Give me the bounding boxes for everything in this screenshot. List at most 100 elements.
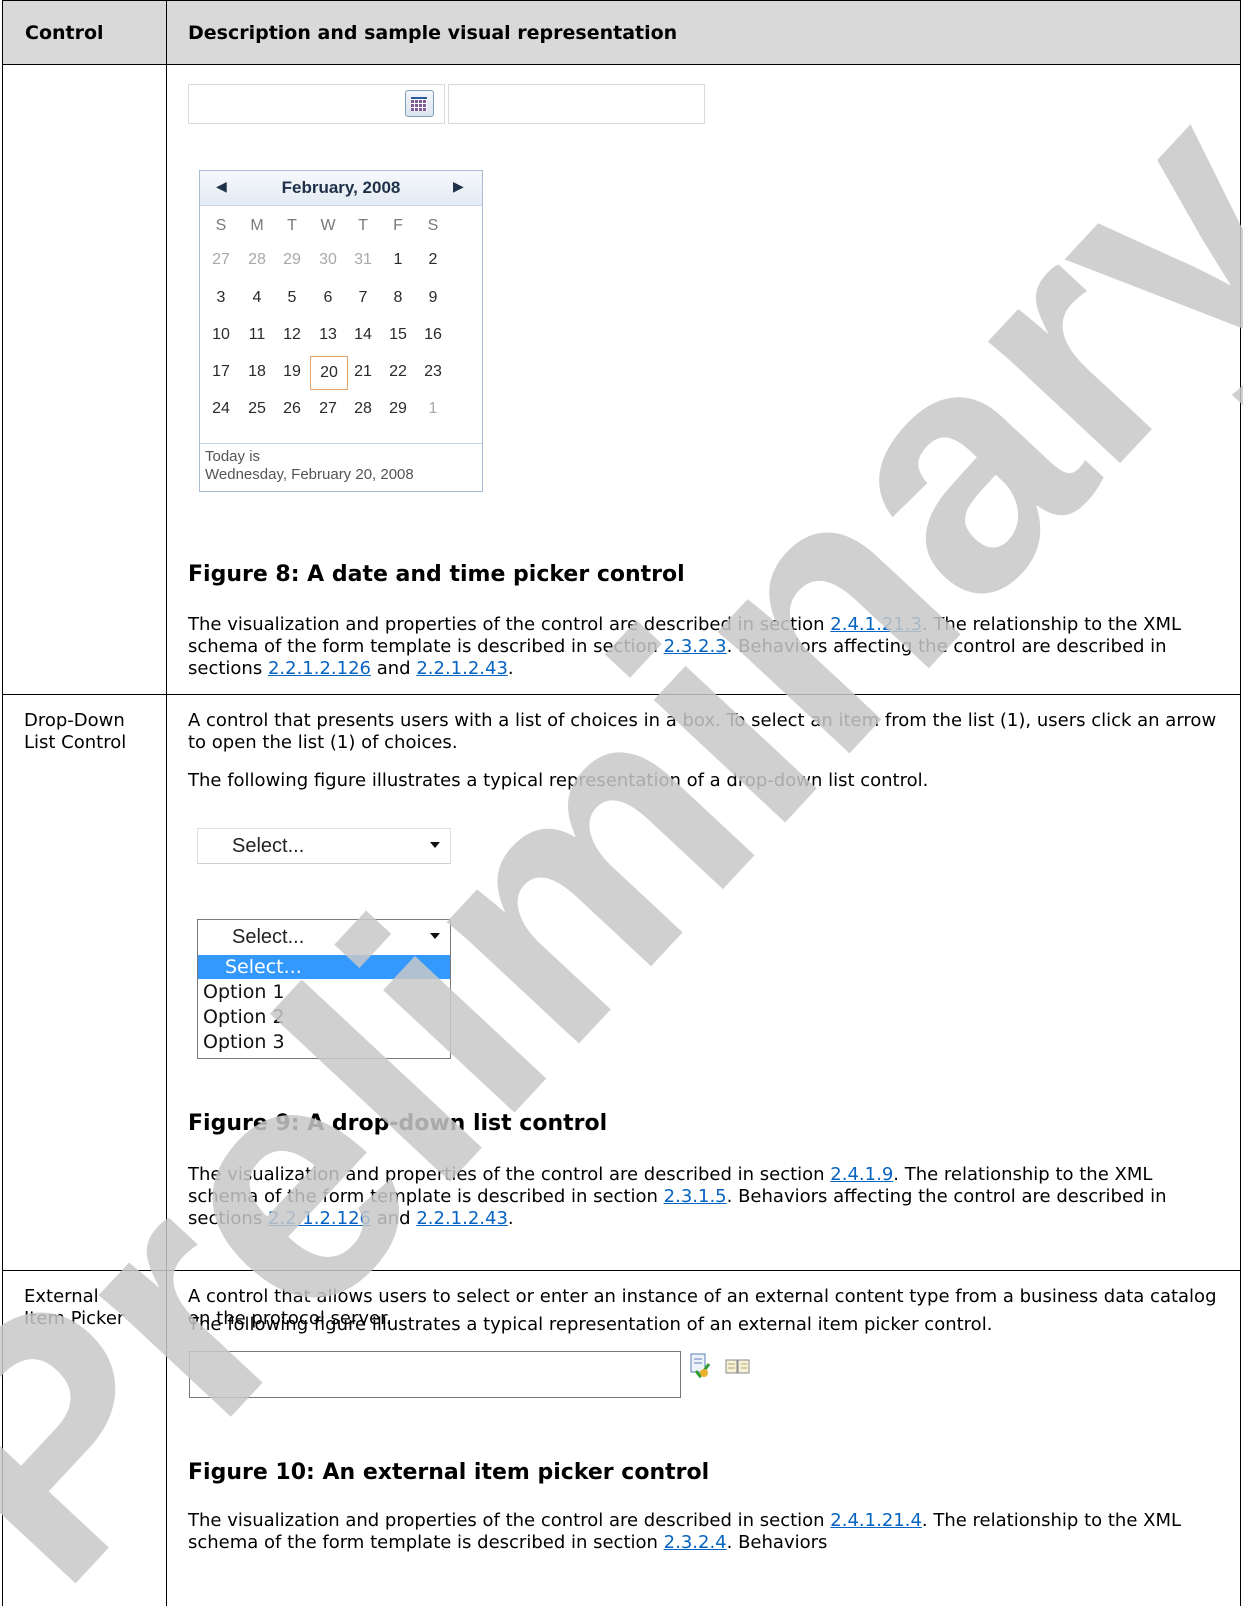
para-text: and: [371, 658, 417, 679]
dropdown-option[interactable]: Select...: [198, 955, 450, 979]
link-section[interactable]: 2.2.1.2.126: [268, 1208, 371, 1229]
figure-9-caption: Figure 9: A drop-down list control: [188, 1111, 608, 1136]
calendar-button[interactable]: [405, 90, 434, 117]
control-name-line: Item Picker: [24, 1308, 125, 1329]
calendar-day[interactable]: 23: [415, 363, 451, 381]
calendar-day[interactable]: 12: [274, 326, 310, 344]
weekday-label: S: [215, 217, 227, 234]
browse-book-icon[interactable]: [725, 1358, 751, 1374]
link-section[interactable]: 2.4.1.21.3: [830, 614, 922, 635]
control-name-external-item-picker: External Item Picker: [24, 1286, 124, 1330]
column-divider: [166, 0, 167, 1606]
drop-down-intro: The following figure illustrates a typic…: [188, 770, 929, 791]
calendar-day[interactable]: 1: [415, 400, 451, 418]
calendar-day[interactable]: 16: [415, 326, 451, 344]
calendar-day[interactable]: 17: [203, 363, 239, 381]
control-name-line: List Control: [24, 732, 127, 753]
para-text: The visualization and properties of the …: [188, 1510, 831, 1531]
weekday-label: W: [320, 217, 336, 234]
calendar-day[interactable]: 27: [203, 251, 239, 269]
calendar-day[interactable]: 10: [203, 326, 239, 344]
table-border-top: [2, 0, 1241, 1]
link-section[interactable]: 2.3.2.3: [664, 636, 727, 657]
weekday-label: M: [250, 217, 264, 234]
link-section[interactable]: 2.2.1.2.43: [416, 658, 508, 679]
calendar-day[interactable]: 1: [380, 251, 416, 269]
weekday-label: T: [287, 217, 297, 234]
drop-down-description: A control that presents users with a lis…: [188, 710, 1217, 753]
figure-10-caption: Figure 10: An external item picker contr…: [188, 1460, 710, 1485]
link-section[interactable]: 2.3.1.5: [664, 1186, 727, 1207]
calendar-day[interactable]: 13: [310, 326, 346, 344]
link-section[interactable]: 2.4.1.9: [830, 1164, 893, 1185]
weekday-label: S: [427, 217, 439, 234]
dropdown-options-list: Select... Option 1 Option 2 Option 3: [197, 955, 451, 1059]
calendar-day[interactable]: 21: [345, 363, 381, 381]
weekday-label: F: [393, 217, 403, 234]
calendar-day[interactable]: 2: [415, 251, 451, 269]
calendar-today-text[interactable]: Today is Wednesday, February 20, 2008: [205, 448, 414, 484]
calendar-day[interactable]: 29: [380, 400, 416, 418]
calendar-icon: [411, 97, 427, 111]
calendar-day[interactable]: 4: [239, 289, 275, 307]
dropdown-option[interactable]: Option 2: [203, 1005, 285, 1029]
calendar-day[interactable]: 30: [310, 251, 346, 269]
dropdown-closed[interactable]: Select...: [197, 828, 451, 864]
calendar-day[interactable]: 19: [274, 363, 310, 381]
calendar-day[interactable]: 28: [239, 251, 275, 269]
external-item-input[interactable]: [189, 1351, 681, 1398]
para-text: .: [507, 1208, 514, 1229]
calendar-day[interactable]: 25: [239, 400, 275, 418]
row-divider-1: [2, 694, 1241, 695]
link-section[interactable]: 2.4.1.21.4: [830, 1510, 922, 1531]
calendar-day[interactable]: 26: [274, 400, 310, 418]
calendar-day[interactable]: 18: [239, 363, 275, 381]
para-text: .: [507, 658, 514, 679]
calendar-day[interactable]: 8: [380, 289, 416, 307]
link-section[interactable]: 2.3.2.4: [664, 1532, 727, 1553]
date-picker-paragraph: The visualization and properties of the …: [188, 614, 1218, 680]
dropdown-option[interactable]: Option 3: [203, 1030, 285, 1054]
dropdown-value: Select...: [232, 835, 305, 857]
external-picker-intro: The following figure illustrates a typic…: [188, 1314, 993, 1335]
header-description: Description and sample visual representa…: [188, 22, 678, 44]
table-border-right: [1240, 0, 1241, 1606]
calendar-day[interactable]: 28: [345, 400, 381, 418]
row-divider-2: [2, 1270, 1241, 1271]
table-header-row: Control Description and sample visual re…: [2, 1, 1241, 64]
link-section[interactable]: 2.2.1.2.126: [268, 658, 371, 679]
dropdown-open[interactable]: Select...: [197, 919, 451, 957]
calendar-day[interactable]: 3: [203, 289, 239, 307]
dropdown-option[interactable]: Option 1: [203, 980, 285, 1004]
time-input[interactable]: [448, 84, 705, 124]
chevron-down-icon: [430, 933, 440, 939]
calendar-header: ◀ February, 2008 ▶: [200, 171, 482, 206]
today-date: Wednesday, February 20, 2008: [205, 466, 414, 483]
calendar-day[interactable]: 11: [239, 326, 275, 344]
next-month-icon[interactable]: ▶: [453, 178, 464, 195]
calendar-day[interactable]: 31: [345, 251, 381, 269]
calendar-day[interactable]: 29: [274, 251, 310, 269]
calendar-day[interactable]: 6: [310, 289, 346, 307]
para-text: The visualization and properties of the …: [188, 1164, 831, 1185]
calendar-day[interactable]: 9: [415, 289, 451, 307]
calendar-day[interactable]: 5: [274, 289, 310, 307]
calendar-day[interactable]: 15: [380, 326, 416, 344]
calendar-day[interactable]: 22: [380, 363, 416, 381]
link-section[interactable]: 2.2.1.2.43: [416, 1208, 508, 1229]
control-name-drop-down: Drop-Down List Control: [24, 710, 126, 754]
table-border-header: [2, 64, 1241, 65]
drop-down-paragraph: The visualization and properties of the …: [188, 1164, 1218, 1230]
para-text: . Behaviors: [726, 1532, 828, 1553]
control-name-line: Drop-Down: [24, 710, 125, 731]
calendar-day[interactable]: 27: [310, 400, 346, 418]
calendar-day[interactable]: 24: [203, 400, 239, 418]
calendar-day[interactable]: 7: [345, 289, 381, 307]
calendar-day[interactable]: 14: [345, 326, 381, 344]
calendar-day[interactable]: 20: [310, 356, 348, 390]
check-names-icon[interactable]: [688, 1352, 710, 1378]
figure-8-caption: Figure 8: A date and time picker control: [188, 562, 685, 587]
table-border-left: [2, 0, 3, 1606]
today-label: Today is: [205, 448, 261, 465]
control-name-line: External: [24, 1286, 99, 1307]
